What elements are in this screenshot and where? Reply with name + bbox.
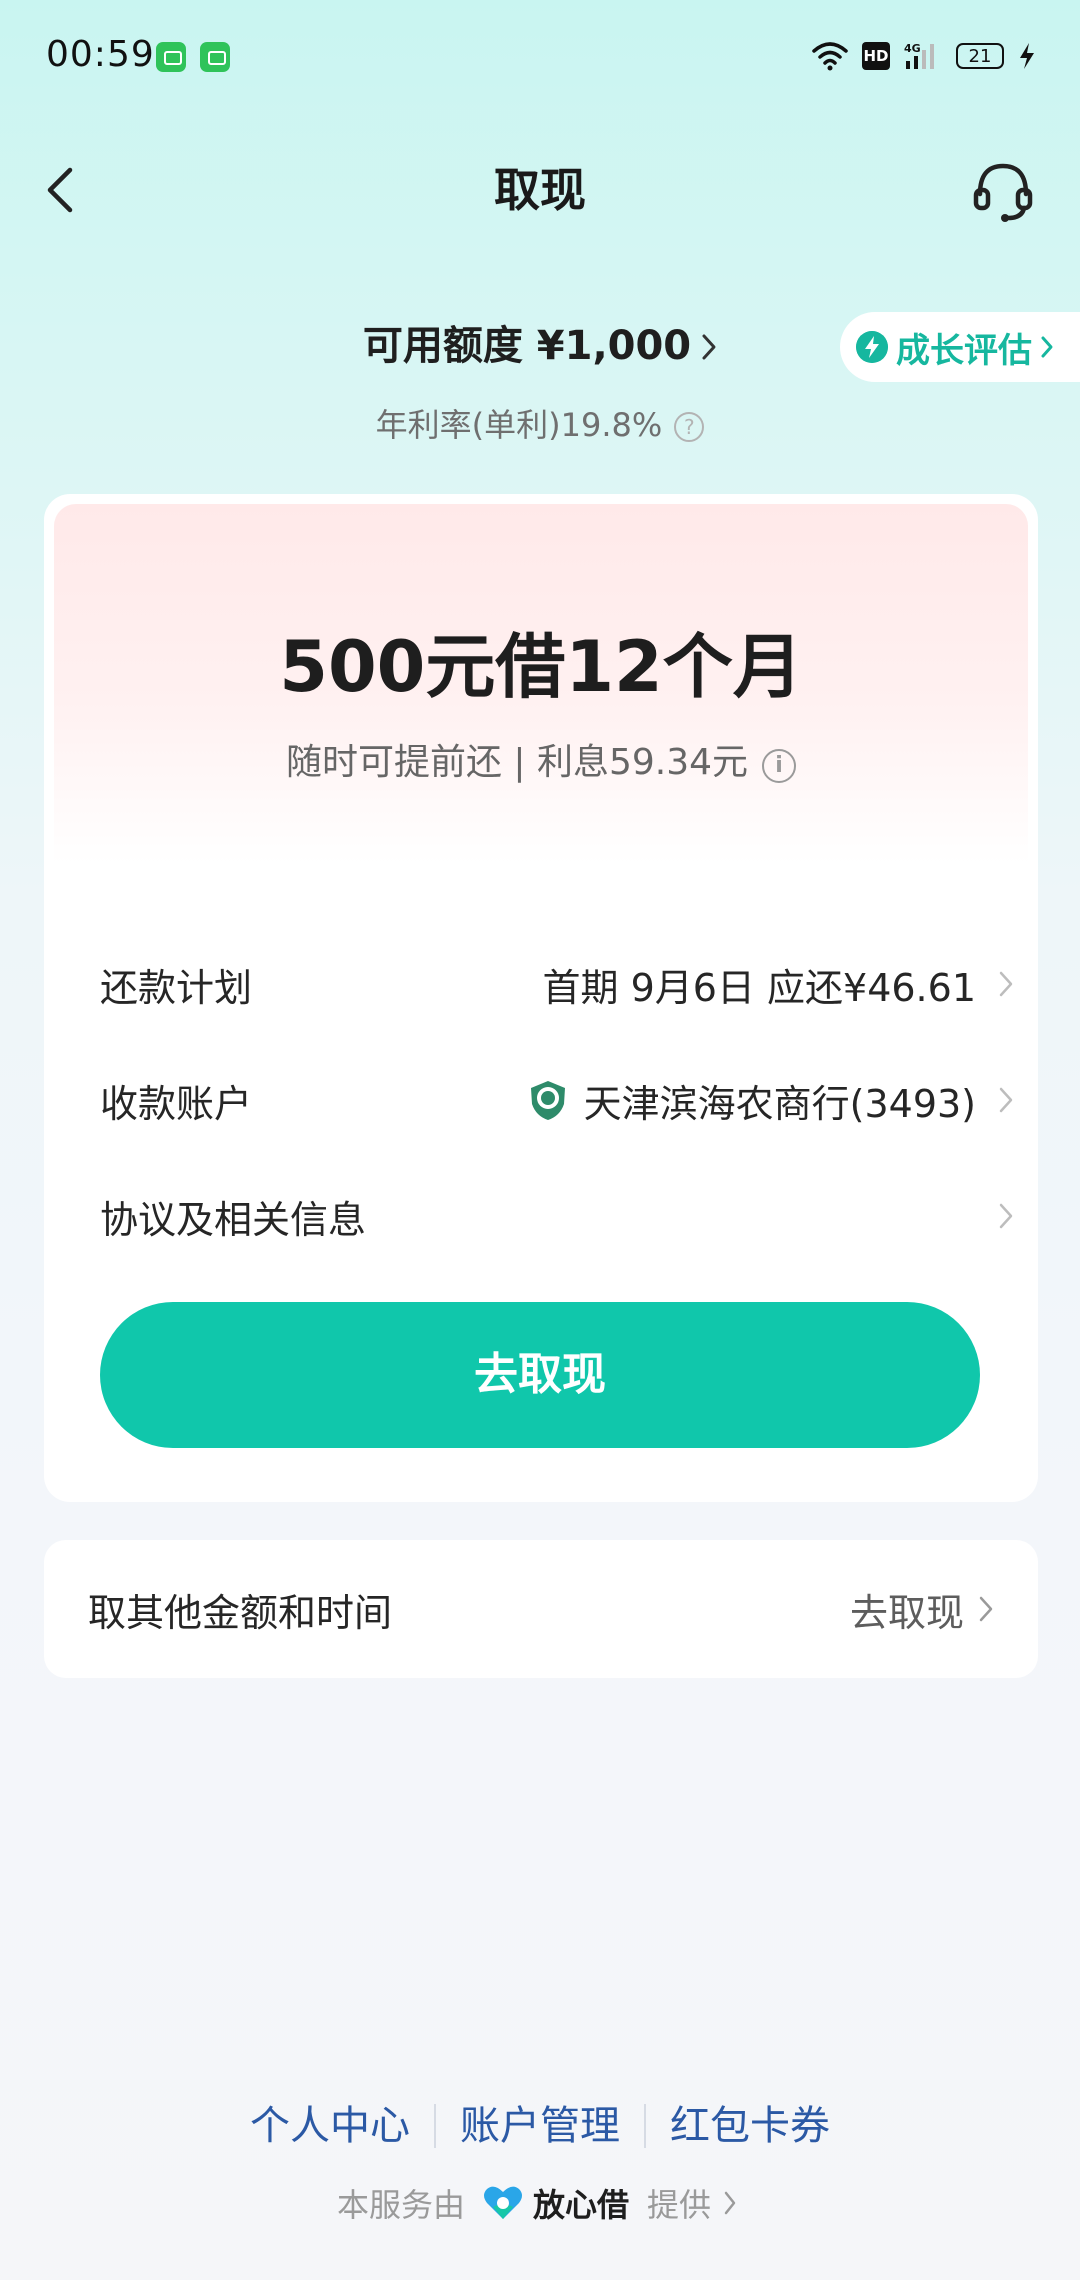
chevron-right-icon <box>979 1596 993 1622</box>
receiving-account-row[interactable]: 收款账户 天津滨海农商行(3493) <box>100 1060 1020 1140</box>
annual-rate: 年利率(单利)19.8%? <box>0 400 1080 450</box>
status-indicators: HD 4G 21 <box>812 36 1036 76</box>
network-type: 4G <box>904 42 921 55</box>
agreement-value <box>976 1201 1020 1231</box>
loan-card: 500元借12个月 随时可提前还 | 利息59.34元 i 还款计划 首期 9月6… <box>44 494 1038 1502</box>
provider-brand: 放心借 <box>532 2186 629 2224</box>
receiving-account-text: 天津滨海农商行(3493) <box>583 1081 976 1126</box>
brand-logo-icon <box>483 2186 522 2219</box>
info-icon[interactable]: i <box>762 749 797 783</box>
footer-link-coupons[interactable]: 红包卡券 <box>646 2098 854 2154</box>
signal-icon: 4G <box>904 42 934 69</box>
wechat-app-icon <box>200 42 230 72</box>
wifi-icon <box>812 42 848 71</box>
loan-title[interactable]: 500元借12个月 <box>44 622 1038 712</box>
headset-icon[interactable] <box>970 158 1036 224</box>
status-time: 00:59 <box>46 34 155 75</box>
chevron-right-icon <box>999 1203 1013 1229</box>
other-amount-action[interactable]: 去取现 <box>850 1582 994 1637</box>
provider-suffix: 提供 <box>647 2186 712 2224</box>
loan-subtitle: 随时可提前还 | 利息59.34元 i <box>44 738 1038 788</box>
other-amount-row[interactable]: 取其他金额和时间 去取现 <box>44 1540 1038 1678</box>
chevron-right-icon <box>1041 336 1053 358</box>
charging-icon <box>1020 43 1034 69</box>
chevron-right-icon <box>999 971 1013 997</box>
footer-link-account-management[interactable]: 账户管理 <box>436 2098 644 2154</box>
repayment-plan-row[interactable]: 还款计划 首期 9月6日 应还¥46.61 <box>100 944 1020 1024</box>
withdraw-button[interactable]: 去取现 <box>100 1302 980 1448</box>
bank-logo-icon <box>530 1081 565 1120</box>
agreement-label: 协议及相关信息 <box>100 1197 367 1242</box>
receiving-account-label: 收款账户 <box>100 1081 253 1126</box>
status-bar: 00:59 HD 4G 21 <box>0 0 1080 116</box>
available-credit-label: 可用额度 ¥1,000 <box>362 323 692 369</box>
battery-level: 21 <box>968 45 992 67</box>
battery-icon: 21 <box>956 43 1004 69</box>
growth-assessment-label: 成长评估 <box>896 330 1032 371</box>
footer-link-personal-center[interactable]: 个人中心 <box>226 2098 434 2154</box>
annual-rate-label: 年利率(单利)19.8% <box>375 406 663 444</box>
message-app-icon <box>156 42 186 72</box>
growth-bolt-icon <box>856 331 888 363</box>
provider-prefix: 本服务由 <box>336 2186 465 2224</box>
loan-subtitle-text: 随时可提前还 | 利息59.34元 <box>285 742 749 783</box>
chevron-right-icon <box>999 1087 1013 1113</box>
hd-badge: HD <box>862 42 890 70</box>
chevron-right-icon <box>724 2191 736 2215</box>
service-provider[interactable]: 本服务由 放心借 提供 <box>0 2180 1080 2226</box>
receiving-account-value: 天津滨海农商行(3493) <box>526 1073 1020 1128</box>
footer-links: 个人中心 账户管理 红包卡券 <box>0 2098 1080 2154</box>
chevron-right-icon <box>702 334 716 360</box>
other-amount-label: 取其他金额和时间 <box>88 1590 393 1635</box>
agreement-row[interactable]: 协议及相关信息 <box>100 1176 1020 1256</box>
growth-assessment-button[interactable]: 成长评估 <box>840 312 1080 382</box>
page-title: 取现 <box>494 163 586 217</box>
repayment-plan-label: 还款计划 <box>100 965 253 1010</box>
repayment-plan-text: 首期 9月6日 应还¥46.61 <box>542 965 976 1010</box>
other-amount-action-label: 去取现 <box>849 1590 964 1635</box>
repayment-plan-value: 首期 9月6日 应还¥46.61 <box>543 957 1020 1012</box>
help-icon[interactable]: ? <box>674 412 705 442</box>
